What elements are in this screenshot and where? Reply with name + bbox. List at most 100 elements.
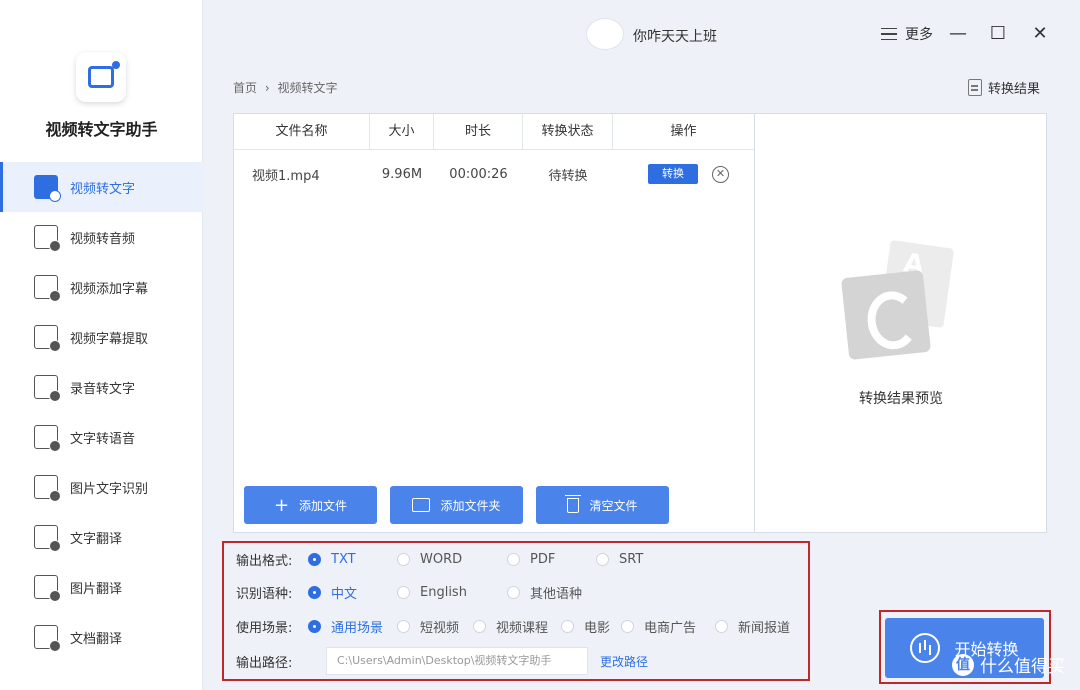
add-subtitle-icon [34,275,61,302]
preview-panel: 转换结果预览 [755,113,1047,533]
minimize-button[interactable]: — [945,20,971,46]
format-option-pdf[interactable]: PDF [507,552,596,567]
add-file-label: 添加文件 [299,498,348,513]
maximize-button[interactable]: ☐ [985,20,1011,46]
trash-icon [565,494,582,513]
format-option-txt[interactable]: TXT [308,552,397,567]
doc-translate-icon [34,625,61,652]
sidebar-item-label: 视频转文字 [70,181,136,197]
video-to-text-icon [34,175,61,202]
scene-option-video-course[interactable]: 视频课程 [473,617,561,636]
output-path-input[interactable]: C:\Users\Admin\Desktop\视频转文字助手 [326,647,588,675]
scene-row: 使用场景: 通用场景 短视频 视频课程 电影 电商广告 新闻报道 [236,617,790,636]
radio-icon [621,620,634,633]
title-bar: 你咋天天上班 更多 — ☐ ✕ [203,0,1080,66]
clear-files-label: 清空文件 [589,498,638,513]
sidebar-item-recording-to-text[interactable]: 录音转文字 [0,362,203,412]
language-row: 识别语种: 中文 English 其他语种 [236,583,582,602]
radio-selected-icon [308,620,321,633]
column-header-name: 文件名称 [234,114,370,150]
sidebar-item-label: 文字转语音 [70,431,136,447]
scene-option-news[interactable]: 新闻报道 [715,617,790,636]
radio-icon [397,586,410,599]
language-option-chinese[interactable]: 中文 [308,583,397,602]
language-option-english[interactable]: English [397,585,507,600]
document-icon [968,79,982,96]
sidebar-item-label: 视频转音频 [70,231,136,247]
format-option-word[interactable]: WORD [397,552,507,567]
watermark-badge: 值 [952,653,974,676]
radio-icon [561,620,574,633]
radio-selected-icon [308,553,321,566]
plus-icon: + [273,494,290,516]
conversion-result-button[interactable]: 转换结果 [968,78,1040,97]
sidebar-item-video-to-audio[interactable]: 视频转音频 [0,212,203,262]
app-name: 视频转文字助手 [45,120,158,139]
add-file-button[interactable]: + 添加文件 [244,486,377,524]
table-row[interactable]: 视频1.mp4 9.96M 00:00:26 待转换 转换 ✕ [234,152,754,196]
menu-icon [881,28,897,40]
more-menu-label: 更多 [905,27,933,43]
scene-option-general[interactable]: 通用场景 [308,617,397,636]
add-folder-label: 添加文件夹 [440,498,501,513]
language-option-other[interactable]: 其他语种 [507,583,582,602]
format-option-srt[interactable]: SRT [596,552,643,567]
avatar[interactable] [586,18,624,50]
sidebar-nav: 视频转文字 视频转音频 视频添加字幕 视频字幕提取 录音转文字 文字转语音 图片… [0,162,203,662]
video-to-audio-icon [34,225,61,252]
clear-files-button[interactable]: 清空文件 [536,486,669,524]
file-name: 视频1.mp4 [252,168,320,184]
radio-icon [397,620,410,633]
column-header-action: 操作 [670,124,697,139]
sidebar-item-image-translate[interactable]: 图片翻译 [0,562,203,612]
column-header-size: 大小 [370,114,434,150]
sidebar-item-image-ocr[interactable]: 图片文字识别 [0,462,203,512]
table-header: 文件名称 大小 时长 转换状态 操作 [234,114,754,150]
breadcrumb-current: 视频转文字 [277,81,338,95]
sidebar-item-label: 视频字幕提取 [70,331,149,347]
add-folder-button[interactable]: 添加文件夹 [390,486,523,524]
radio-icon [715,620,728,633]
folder-icon [412,498,431,512]
row-actions: 转换 ✕ [613,164,754,184]
output-settings: 输出格式: TXT WORD PDF SRT 识别语种: 中文 English … [222,541,810,681]
sidebar-item-text-translate[interactable]: 文字翻译 [0,512,203,562]
convert-button[interactable]: 转换 [648,164,698,184]
scene-label: 使用场景: [236,621,293,636]
scene-option-ecommerce-ad[interactable]: 电商广告 [621,617,715,636]
preview-placeholder-icon [840,239,955,364]
file-buttons: + 添加文件 添加文件夹 清空文件 [244,486,669,524]
sidebar: 视频转文字助手 视频转文字 视频转音频 视频添加字幕 视频字幕提取 录音转文字 … [0,0,203,690]
sidebar-item-subtitle-extract[interactable]: 视频字幕提取 [0,312,203,362]
file-status: 待转换 [548,168,588,184]
sidebar-item-video-to-text[interactable]: 视频转文字 [0,162,203,212]
more-menu-button[interactable]: 更多 [881,24,933,44]
change-path-link[interactable]: 更改路径 [600,653,648,670]
preview-label: 转换结果预览 [859,391,943,407]
breadcrumb-home[interactable]: 首页 [233,81,257,95]
breadcrumb-separator: › [264,81,270,95]
image-ocr-icon [34,475,61,502]
scene-option-short-video[interactable]: 短视频 [397,617,473,636]
file-list-panel: 文件名称 大小 时长 转换状态 操作 视频1.mp4 9.96M 00:00:2… [233,113,755,533]
sidebar-item-doc-translate[interactable]: 文档翻译 [0,612,203,662]
sidebar-item-label: 文档翻译 [70,631,123,647]
text-to-speech-icon [34,425,61,452]
output-path-label: 输出路径: [236,655,293,671]
recording-icon [34,375,61,402]
app-logo-icon [76,52,126,102]
text-translate-icon [34,525,61,552]
radio-icon [397,553,410,566]
sidebar-item-label: 文字翻译 [70,531,123,547]
user-name[interactable]: 你咋天天上班 [633,26,717,46]
close-button[interactable]: ✕ [1027,20,1053,46]
image-translate-icon [34,575,61,602]
sidebar-item-label: 视频添加字幕 [70,281,149,297]
sidebar-item-text-to-speech[interactable]: 文字转语音 [0,412,203,462]
sidebar-item-add-subtitle[interactable]: 视频添加字幕 [0,262,203,312]
audio-wave-icon [910,633,941,663]
output-format-label: 输出格式: [236,554,293,569]
scene-option-movie[interactable]: 电影 [561,617,621,636]
remove-file-icon[interactable]: ✕ [712,165,729,183]
radio-icon [596,553,609,566]
